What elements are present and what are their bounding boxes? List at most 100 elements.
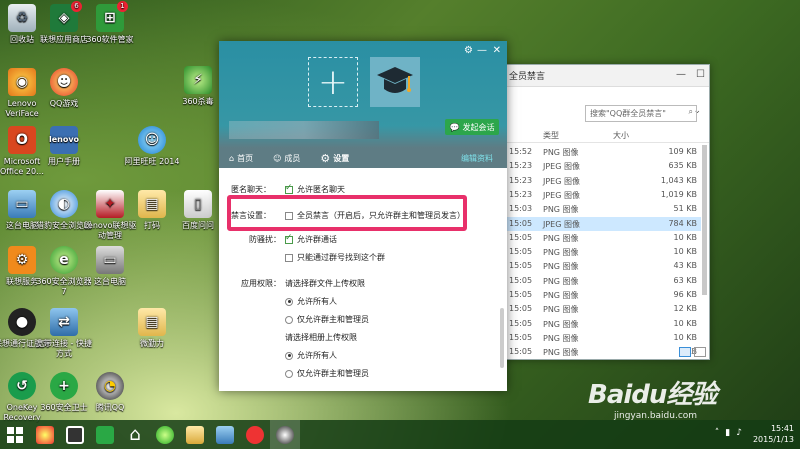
app-icon (36, 425, 54, 444)
computer-icon: ▭ (96, 246, 124, 274)
recycle-bin-icon: ♻ (8, 4, 36, 32)
column-type[interactable]: 类型 (543, 130, 559, 141)
taskbar-qq[interactable] (270, 420, 300, 449)
minimize-icon[interactable]: — (676, 69, 686, 80)
desktop-icon-folder-weiqinli[interactable]: ▤ 微勤力 (124, 308, 180, 349)
edit-profile-link[interactable]: 编辑资料 (461, 153, 493, 164)
anonymous-label: 匿名聊天： (231, 185, 271, 194)
desktop-icon-computer-2[interactable]: ▭ 这台电脑 (82, 246, 138, 287)
desktop-icon-baidu-wenwen[interactable]: ▯ 百度问问 (170, 190, 226, 231)
taskbar-store[interactable] (90, 420, 120, 449)
cell-type: JPEG 图像 (543, 190, 580, 200)
table-row[interactable]: 15:05 PNG 图像 12 KB (501, 302, 701, 316)
volume-icon[interactable]: ♪ (736, 428, 742, 438)
radio-selected-icon (285, 351, 293, 360)
tab-settings[interactable]: ⚙ 设置 (310, 148, 359, 168)
clock[interactable]: 15:41 2015/1/13 (753, 423, 794, 445)
gear-icon: ⚙ (320, 151, 331, 165)
computer-icon: ▭ (8, 190, 36, 218)
manual-icon: lenovo (49, 126, 79, 154)
album-allow-all-radio[interactable]: 允许所有人 (285, 350, 337, 361)
desktop-icon-wangwang[interactable]: ☺ 阿里旺旺 2014 (124, 126, 180, 167)
start-button[interactable] (0, 420, 30, 449)
tiles-view-icon[interactable] (694, 347, 706, 357)
allow-call-checkbox[interactable]: 允许群通话 (285, 233, 337, 245)
table-row[interactable]: 15:05 PNG 图像 10 KB (501, 317, 701, 331)
column-size[interactable]: 大小 (613, 130, 629, 141)
lenovo-service-icon: ⚙ (8, 246, 36, 274)
table-row[interactable]: 15:05 PNG 图像 43 KB (501, 259, 701, 273)
table-row[interactable]: 15:05 JPEG 图像 784 KB (501, 216, 701, 231)
table-row[interactable]: 15:03 PNG 图像 51 KB (501, 202, 701, 216)
minimize-icon[interactable]: — (477, 45, 487, 56)
network-icon[interactable]: ▮ (725, 428, 730, 438)
search-input[interactable]: 搜索"QQ群全员禁言" ⌕ (585, 105, 697, 122)
tab-home[interactable]: ⌂ 首页 (219, 148, 263, 168)
taskbar-app-2[interactable] (60, 420, 90, 449)
desktop-icon-360-antivirus[interactable]: ⚡ 360杀毒 (170, 66, 226, 107)
table-row[interactable]: 15:23 JPEG 图像 1,019 KB (501, 188, 701, 202)
details-view-icon[interactable] (679, 347, 691, 357)
table-row[interactable]: 15:52 PNG 图像 109 KB (501, 145, 701, 159)
table-row[interactable]: 15:05 PNG 图像 10 KB (501, 331, 701, 345)
cell-type: PNG 图像 (543, 148, 579, 157)
add-photo-button[interactable]: + (308, 57, 358, 107)
table-row[interactable]: 15:05 PNG 图像 96 KB (501, 288, 701, 302)
album-admin-only-radio[interactable]: 仅允许群主和管理员 (285, 368, 369, 379)
office-icon: O (8, 126, 36, 154)
file-admin-only-radio[interactable]: 仅允许群主和管理员 (285, 314, 369, 325)
taskbar-app-1[interactable] (30, 420, 60, 449)
table-row[interactable]: 15:23 JPEG 图像 1,043 KB (501, 174, 701, 188)
desktop-icon-qq-game[interactable]: ☻ QQ游戏 (36, 68, 92, 109)
cell-type: PNG 图像 (543, 291, 579, 300)
app-icon (246, 425, 264, 444)
taskbar-photos[interactable] (210, 420, 240, 449)
liebao-browser-icon: ◐ (50, 190, 78, 218)
up-arrow-icon[interactable]: ˄ (715, 428, 720, 438)
desktop-icon-qq[interactable]: ◔ 腾讯QQ (82, 372, 138, 413)
360-browser-icon: e (50, 246, 78, 274)
folder-icon (186, 425, 204, 444)
system-tray: ˄ ▮ ♪ (715, 428, 742, 438)
lenovo-id-icon: ● (8, 308, 36, 336)
close-icon[interactable]: ✕ (493, 45, 501, 56)
scrollbar[interactable] (702, 145, 707, 295)
file-permission-hint: 请选择群文件上传权限 (285, 279, 365, 288)
anonymous-checkbox[interactable]: 允许匿名聊天 (285, 183, 345, 195)
desktop-icon-manual[interactable]: lenovo 用户手册 (36, 126, 92, 167)
table-row[interactable]: 15:23 JPEG 图像 635 KB (501, 159, 701, 173)
table-row[interactable]: 15:05 PNG 图像 10 KB (501, 231, 701, 245)
taskbar-app-3[interactable] (240, 420, 270, 449)
table-row[interactable]: 15:05 PNG 图像 63 KB (501, 274, 701, 288)
cell-time: 15:05 (509, 318, 533, 328)
qq-icon: ◔ (96, 372, 124, 400)
cell-size: 10 KB (673, 332, 697, 342)
file-allow-all-radio[interactable]: 允许所有人 (285, 296, 337, 307)
desktop-icon-broadband[interactable]: ⇄ 宽带连接 - 快捷方式 (36, 308, 92, 359)
taskbar-home[interactable]: ⌂ (120, 420, 150, 449)
find-by-number-checkbox[interactable]: 只能通过群号找到这个群 (285, 252, 385, 263)
cell-type: PNG 图像 (543, 248, 579, 258)
home-icon: ⌂ (129, 424, 141, 445)
cell-type: JPEG 图像 (543, 219, 580, 229)
checkbox-unchecked-icon (285, 253, 293, 262)
onekey-icon: ↺ (8, 372, 36, 400)
tab-members[interactable]: ☺ 成员 (263, 148, 310, 168)
cell-size: 63 KB (673, 275, 697, 285)
cell-time: 15:52 (509, 147, 533, 156)
settings-icon[interactable]: ⚙ (464, 45, 473, 56)
cell-time: 15:05 (509, 304, 533, 314)
cell-size: 784 KB (668, 218, 697, 228)
desktop-icon-360-software[interactable]: ⊞ 1 360软件管家 (82, 1, 138, 45)
settings-scrollbar[interactable] (500, 308, 504, 368)
start-chat-button[interactable]: 💬 发起会话 (445, 119, 499, 135)
file-icon: ▯ (184, 190, 212, 218)
maximize-icon[interactable]: ☐ (696, 69, 705, 80)
cell-size: 109 KB (668, 147, 697, 156)
table-row[interactable]: 15:05PNG 图像6 KB (501, 345, 701, 359)
group-avatar[interactable] (370, 57, 420, 107)
table-row[interactable]: 15:05 PNG 图像 10 KB (501, 245, 701, 259)
cell-size: 1,019 KB (660, 189, 697, 199)
taskbar-explorer[interactable] (180, 420, 210, 449)
taskbar-360-browser[interactable] (150, 420, 180, 449)
